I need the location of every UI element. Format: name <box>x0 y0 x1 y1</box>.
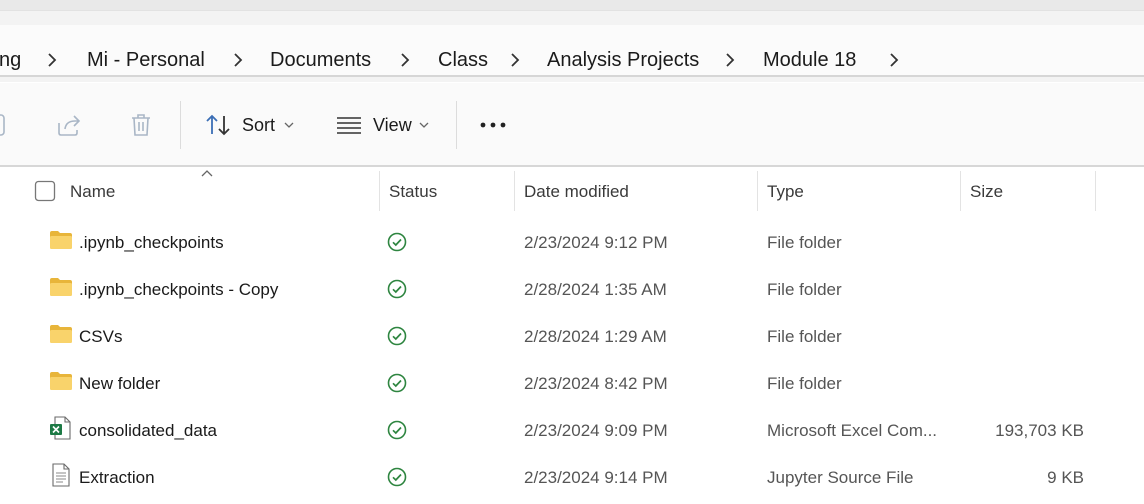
chevron-down-icon[interactable] <box>284 121 294 129</box>
chevron-right-icon[interactable] <box>231 52 245 68</box>
toolbar-divider <box>180 101 181 149</box>
breadcrumb-item-documents[interactable]: Documents <box>270 47 371 73</box>
view-button-label[interactable]: View <box>373 114 412 136</box>
folder-icon <box>50 372 72 390</box>
table-row[interactable]: CSVs 2/28/2024 1:29 AM File folder <box>0 313 1144 360</box>
file-type: File folder <box>767 280 842 299</box>
file-name[interactable]: consolidated_data <box>79 420 217 442</box>
column-divider[interactable] <box>379 171 380 211</box>
file-size: 9 KB <box>1047 468 1084 487</box>
toolbar-divider <box>456 101 457 149</box>
file-name[interactable]: .ipynb_checkpoints <box>79 232 224 254</box>
sync-status-ok-icon <box>387 467 407 487</box>
sync-status-ok-icon <box>387 326 407 346</box>
document-icon <box>52 463 70 487</box>
command-toolbar: Sort View <box>0 83 1144 167</box>
sync-status-ok-icon <box>387 373 407 393</box>
chevron-right-icon[interactable] <box>887 52 901 68</box>
delete-icon[interactable] <box>129 112 153 138</box>
column-divider[interactable] <box>514 171 515 211</box>
sync-status-ok-icon <box>387 279 407 299</box>
column-header-status[interactable]: Status <box>389 181 437 203</box>
file-name[interactable]: Extraction <box>79 467 155 489</box>
chevron-right-icon[interactable] <box>508 52 522 68</box>
file-date-modified: 2/23/2024 9:14 PM <box>524 468 668 487</box>
column-divider[interactable] <box>1095 171 1096 211</box>
breadcrumb[interactable]: ng Mi - Personal Documents Class Analysi… <box>0 25 1144 77</box>
table-row[interactable]: Extraction 2/23/2024 9:14 PM Jupyter Sou… <box>0 454 1144 501</box>
file-name[interactable]: .ipynb_checkpoints - Copy <box>79 279 278 301</box>
table-row[interactable]: .ipynb_checkpoints - Copy 2/28/2024 1:35… <box>0 266 1144 313</box>
column-divider[interactable] <box>960 171 961 211</box>
folder-icon <box>50 325 72 343</box>
view-list-icon[interactable] <box>336 116 362 134</box>
file-date-modified: 2/23/2024 9:12 PM <box>524 233 668 252</box>
table-row[interactable]: consolidated_data 2/23/2024 9:09 PM Micr… <box>0 407 1144 454</box>
chevron-right-icon[interactable] <box>45 52 59 68</box>
file-date-modified: 2/28/2024 1:35 AM <box>524 280 667 299</box>
folder-icon <box>50 231 72 249</box>
chevron-right-icon[interactable] <box>398 52 412 68</box>
file-type: Microsoft Excel Com... <box>767 421 938 440</box>
sort-button-label[interactable]: Sort <box>242 114 275 136</box>
file-date-modified: 2/23/2024 8:42 PM <box>524 374 668 393</box>
column-divider[interactable] <box>757 171 758 211</box>
copy-icon[interactable] <box>0 112 12 138</box>
file-type: File folder <box>767 233 842 252</box>
select-all-checkbox[interactable] <box>34 180 56 202</box>
sync-status-ok-icon <box>387 232 407 252</box>
file-date-modified: 2/23/2024 9:09 PM <box>524 421 668 440</box>
sort-ascending-indicator-icon <box>201 170 213 177</box>
file-size: 193,703 KB <box>995 421 1084 440</box>
address-bar-area: ng Mi - Personal Documents Class Analysi… <box>0 10 1144 82</box>
share-icon[interactable] <box>56 113 82 137</box>
sync-status-ok-icon <box>387 420 407 440</box>
chevron-right-icon[interactable] <box>723 52 737 68</box>
breadcrumb-item-analysis-projects[interactable]: Analysis Projects <box>547 47 699 73</box>
column-header-size[interactable]: Size <box>970 181 1003 203</box>
column-header-date-modified[interactable]: Date modified <box>524 181 629 203</box>
column-header-name[interactable]: Name <box>70 181 115 203</box>
breadcrumb-item-mi-personal[interactable]: Mi - Personal <box>87 47 205 73</box>
more-options-icon[interactable] <box>480 121 506 129</box>
chevron-down-icon[interactable] <box>419 121 429 129</box>
file-type: File folder <box>767 327 842 346</box>
table-row[interactable]: .ipynb_checkpoints 2/23/2024 9:12 PM Fil… <box>0 219 1144 266</box>
folder-icon <box>50 278 72 296</box>
sort-icon[interactable] <box>204 113 232 137</box>
breadcrumb-item-partial[interactable]: ng <box>0 47 21 73</box>
file-type: Jupyter Source File <box>767 468 914 487</box>
breadcrumb-item-class[interactable]: Class <box>438 47 488 73</box>
column-header-row: Name Status Date modified Type Size <box>0 167 1144 215</box>
table-row[interactable]: New folder 2/23/2024 8:42 PM File folder <box>0 360 1144 407</box>
excel-file-icon <box>50 416 71 440</box>
file-type: File folder <box>767 374 842 393</box>
window-top-edge <box>0 0 1144 10</box>
file-date-modified: 2/28/2024 1:29 AM <box>524 327 667 346</box>
column-header-type[interactable]: Type <box>767 181 804 203</box>
file-list: Name Status Date modified Type Size .ipy… <box>0 167 1144 504</box>
file-name[interactable]: CSVs <box>79 326 122 348</box>
file-name[interactable]: New folder <box>79 373 160 395</box>
breadcrumb-item-module-18[interactable]: Module 18 <box>763 47 856 73</box>
